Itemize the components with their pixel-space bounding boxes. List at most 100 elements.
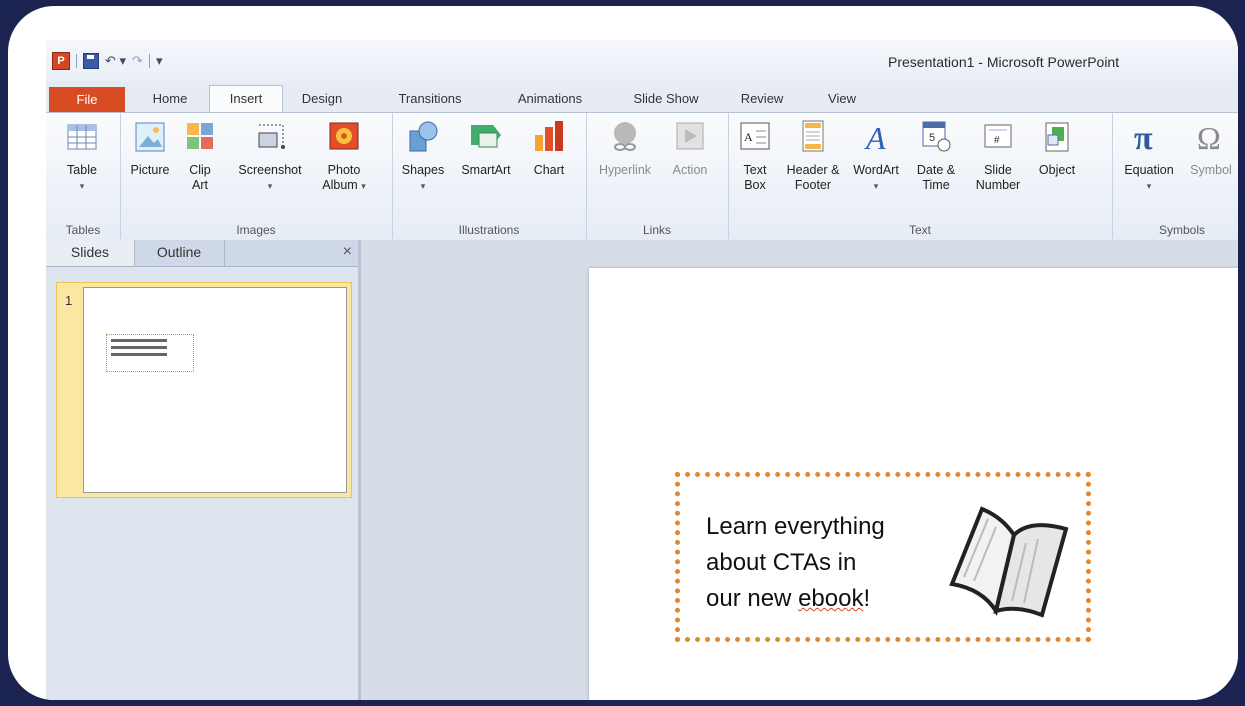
text-box-button[interactable]: A Text Box (734, 119, 776, 193)
date-time-label: Date & Time (916, 163, 956, 192)
table-button[interactable]: Table ▾ (56, 119, 108, 194)
action-button[interactable]: Action (662, 119, 718, 178)
svg-text:A: A (864, 120, 886, 155)
screenshot-icon (258, 124, 285, 149)
object-button[interactable]: Object (1032, 119, 1082, 178)
photo-album-button[interactable]: Photo Album ▾ (316, 119, 372, 194)
picture-icon (135, 122, 165, 152)
clip-art-button[interactable]: Clip Art (182, 119, 218, 193)
tab-insert[interactable]: Insert (209, 85, 283, 113)
date-time-icon: 5 (922, 121, 951, 152)
tab-file[interactable]: File (49, 87, 125, 113)
undo-icon[interactable]: ↶ ▾ (105, 53, 126, 69)
clip-art-icon (187, 123, 213, 149)
svg-text:π: π (1134, 120, 1153, 155)
shapes-button[interactable]: Shapes ▾ (396, 119, 450, 194)
action-label: Action (672, 163, 708, 177)
ribbon-insert: Table ▾ Tables Picture Clip Art Screensho… (46, 112, 1238, 242)
wordart-label: WordArt (853, 163, 899, 177)
group-illustrations: Shapes ▾ SmartArt Chart Illustrations (392, 113, 587, 239)
tab-home[interactable]: Home (138, 86, 202, 112)
symbol-button[interactable]: Ω Symbol (1184, 119, 1238, 178)
equation-button[interactable]: π Equation ▾ (1118, 119, 1180, 194)
hyperlink-label: Hyperlink (598, 163, 652, 177)
dropdown-arrow-icon: ▾ (79, 181, 85, 191)
group-label: Text (908, 223, 931, 237)
tab-animations[interactable]: Animations (502, 86, 598, 112)
open-book-icon (949, 506, 1069, 618)
pane-tabs: Slides Outline × (46, 240, 358, 267)
tab-design[interactable]: Design (286, 86, 358, 112)
slide-editor: Learn everything about CTAs in our new e… (361, 240, 1238, 700)
slides-pane: Slides Outline × 1 (46, 240, 361, 700)
tab-review[interactable]: Review (730, 86, 794, 112)
tab-outline[interactable]: Outline (134, 240, 225, 266)
chart-icon (535, 121, 563, 151)
dropdown-arrow-icon: ▾ (420, 181, 426, 191)
pi-icon: π (1134, 120, 1153, 155)
cta-text[interactable]: Learn everything about CTAs in our new e… (706, 509, 885, 617)
tab-slide-show[interactable]: Slide Show (618, 86, 714, 112)
group-images: Picture Clip Art Screenshot ▾ Photo Album… (120, 113, 393, 239)
picture-button[interactable]: Picture (124, 119, 176, 178)
object-icon (1045, 122, 1069, 152)
close-icon[interactable]: × (343, 243, 352, 261)
save-icon[interactable] (83, 53, 99, 69)
group-label: Tables (65, 223, 101, 237)
cta-box[interactable]: Learn everything about CTAs in our new e… (675, 472, 1091, 642)
svg-text:A: A (744, 130, 753, 144)
wordart-button[interactable]: A WordArt ▾ (848, 119, 904, 194)
group-text: A Text Box Header & Footer A WordArt ▾ 5 … (728, 113, 1113, 239)
group-label: Illustrations (458, 223, 520, 237)
smartart-label: SmartArt (461, 163, 511, 177)
smartart-button[interactable]: SmartArt (454, 119, 518, 178)
picture-label: Picture (130, 163, 170, 177)
slide-canvas[interactable]: Learn everything about CTAs in our new e… (589, 268, 1238, 700)
qat-separator (148, 54, 150, 68)
dropdown-arrow-icon: ▾ (873, 181, 879, 191)
slide-thumbnail[interactable] (83, 287, 347, 493)
screenshot-label: Screenshot (238, 163, 302, 177)
hyperlink-button[interactable]: Hyperlink (592, 119, 658, 178)
group-label: Symbols (1158, 223, 1205, 237)
chart-button[interactable]: Chart (524, 119, 574, 178)
photo-album-icon (329, 122, 359, 150)
tab-slides[interactable]: Slides (46, 240, 135, 266)
powerpoint-app-icon[interactable]: P (52, 52, 70, 70)
action-icon (676, 122, 704, 150)
table-icon (67, 124, 97, 150)
slide-thumbnail-selected[interactable]: 1 (56, 282, 352, 498)
powerpoint-window: P ↶ ▾ ↷ ▾ Presentation1 - Microsoft Powe… (46, 40, 1238, 700)
group-label: Links (642, 223, 671, 237)
redo-icon[interactable]: ↷ (132, 53, 143, 69)
screenshot-button[interactable]: Screenshot ▾ (230, 119, 310, 194)
customize-qat-icon[interactable]: ▾ (156, 53, 163, 69)
date-time-button[interactable]: 5 Date & Time (908, 119, 964, 193)
slide-number-icon: # (984, 124, 1012, 148)
slide-number-button[interactable]: # Slide Number (968, 119, 1028, 193)
chart-label: Chart (533, 163, 565, 177)
dropdown-arrow-icon: ▾ (361, 181, 366, 191)
group-symbols: π Equation ▾ Ω Symbol Symbols (1112, 113, 1238, 239)
clip-art-label: Clip Art (189, 163, 211, 192)
shapes-icon (409, 121, 438, 152)
dropdown-arrow-icon: ▾ (1146, 181, 1152, 191)
ebook-word: ebook (798, 585, 864, 612)
group-links: Hyperlink Action Links (586, 113, 729, 239)
header-footer-button[interactable]: Header & Footer (782, 119, 844, 193)
title-bar: P ↶ ▾ ↷ ▾ Presentation1 - Microsoft Powe… (46, 40, 1238, 82)
window-title: Presentation1 - Microsoft PowerPoint (888, 54, 1120, 70)
cta-line-3: our new ebook! (706, 581, 885, 617)
dropdown-arrow-icon: ▾ (267, 181, 273, 191)
svg-text:Ω: Ω (1197, 120, 1221, 155)
table-label: Table (67, 163, 97, 177)
hyperlink-icon (614, 122, 636, 151)
photo-album-label: Photo Album (322, 163, 361, 192)
svg-text:5: 5 (929, 132, 935, 144)
tab-transitions[interactable]: Transitions (382, 86, 478, 112)
tab-view[interactable]: View (814, 86, 870, 112)
svg-text:#: # (994, 135, 1000, 146)
cta-line-1: Learn everything (706, 513, 885, 540)
wordart-icon: A (864, 120, 886, 155)
smartart-icon (471, 125, 501, 148)
